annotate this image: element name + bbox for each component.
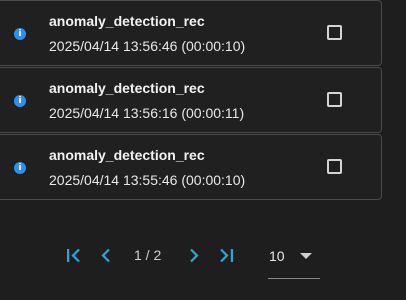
previous-page-button[interactable] [96, 244, 116, 268]
list-item[interactable]: i anomaly_detection_rec 2025/04/14 13:56… [0, 67, 382, 133]
recordings-list: i anomaly_detection_rec 2025/04/14 13:56… [0, 0, 382, 200]
last-page-button[interactable] [216, 244, 236, 268]
record-checkbox[interactable] [327, 25, 342, 40]
first-page-button[interactable] [64, 244, 84, 268]
info-icon: i [14, 95, 26, 107]
next-page-icon [190, 248, 199, 263]
record-timestamp: 2025/04/14 13:55:46 (00:00:10) [49, 172, 246, 188]
record-title: anomaly_detection_rec [49, 80, 205, 96]
next-page-button[interactable] [184, 244, 204, 268]
pagination: 1 / 2 10 [0, 244, 406, 279]
info-icon: i [14, 28, 26, 40]
list-item[interactable]: i anomaly_detection_rec 2025/04/14 13:55… [0, 134, 382, 200]
list-item[interactable]: i anomaly_detection_rec 2025/04/14 13:56… [0, 0, 382, 66]
page-indicator: 1 / 2 [134, 247, 162, 263]
rows-per-page-select[interactable]: 10 [268, 244, 320, 279]
rows-per-page-value: 10 [269, 248, 285, 264]
record-title: anomaly_detection_rec [49, 147, 205, 163]
record-timestamp: 2025/04/14 13:56:46 (00:00:10) [49, 38, 246, 54]
recordings-panel: i anomaly_detection_rec 2025/04/14 13:56… [0, 0, 406, 300]
last-page-icon [220, 248, 233, 263]
record-timestamp: 2025/04/14 13:56:16 (00:00:11) [49, 105, 245, 121]
record-title: anomaly_detection_rec [49, 13, 205, 29]
previous-page-icon [101, 248, 110, 263]
first-page-icon [67, 248, 80, 263]
info-icon: i [14, 162, 26, 174]
record-checkbox[interactable] [327, 92, 342, 107]
record-checkbox[interactable] [327, 159, 342, 174]
chevron-down-icon [300, 253, 312, 259]
